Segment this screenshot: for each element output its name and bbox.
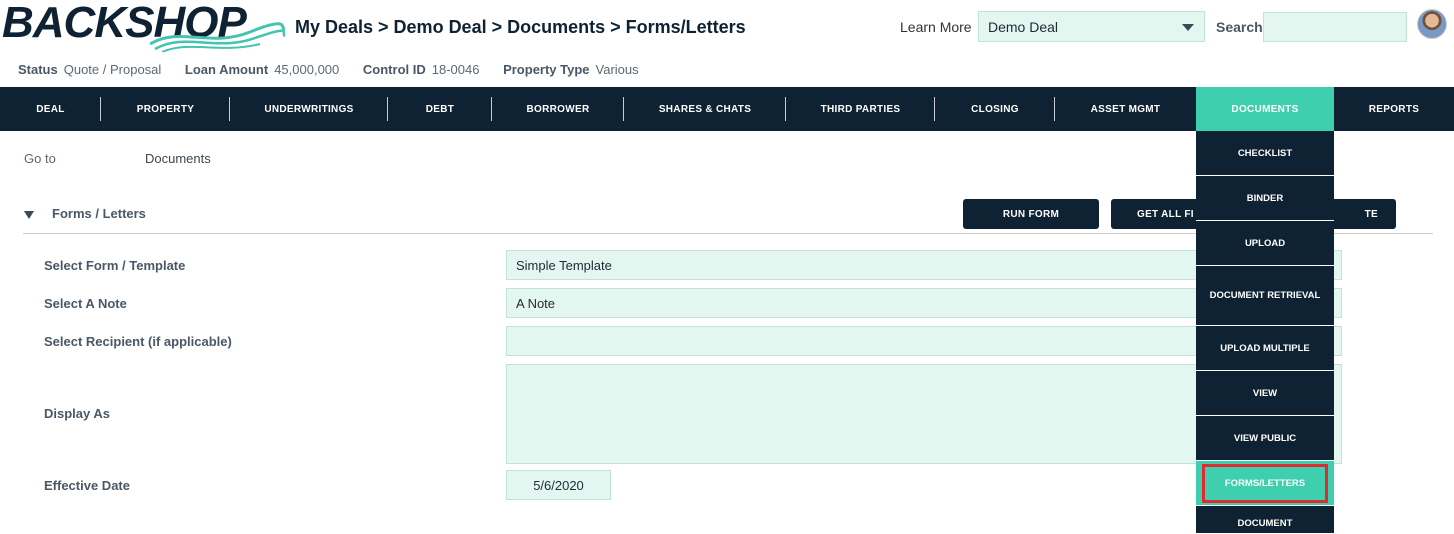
menu-item-upload-multiple[interactable]: UPLOAD MULTIPLE [1196, 326, 1334, 371]
recipient-label: Select Recipient (if applicable) [44, 334, 232, 349]
nav-debt[interactable]: DEBT [388, 87, 492, 131]
header: BACKSHOP My Deals > Demo Deal > Document… [0, 0, 1454, 56]
nav-closing[interactable]: CLOSING [935, 87, 1055, 131]
search-input[interactable] [1263, 12, 1407, 42]
search-label: Search [1216, 19, 1263, 35]
nav-documents[interactable]: DOCUMENTS [1196, 87, 1334, 131]
goto-value[interactable]: Documents [145, 151, 211, 166]
chevron-down-icon [1182, 24, 1194, 31]
effective-date-label: Effective Date [44, 478, 130, 493]
nav-reports[interactable]: REPORTS [1334, 87, 1454, 131]
control-id-value: 18-0046 [431, 62, 480, 77]
menu-item-checklist[interactable]: CHECKLIST [1196, 131, 1334, 176]
collapse-triangle-icon[interactable] [24, 210, 34, 219]
get-all-button-label: GET ALL FI [1137, 208, 1194, 220]
backshop-logo[interactable]: BACKSHOP [0, 0, 285, 56]
learn-more-link[interactable]: Learn More [900, 19, 972, 35]
run-form-button[interactable]: RUN FORM [963, 199, 1099, 229]
section-header[interactable]: Forms / Letters [24, 206, 146, 221]
control-id-label: Control ID [362, 62, 426, 77]
loan-amount-value: 45,000,000 [274, 62, 340, 77]
status-value: Quote / Proposal [63, 62, 162, 77]
form-template-label: Select Form / Template [44, 258, 186, 273]
wave-icon [150, 22, 285, 52]
deal-status-bar: Status Quote / Proposal Loan Amount 45,000… [18, 62, 659, 77]
goto-label: Go to [24, 151, 56, 166]
avatar[interactable] [1417, 9, 1447, 39]
documents-dropdown-menu: CHECKLIST BINDER UPLOAD DOCUMENT RETRIEV… [1196, 131, 1334, 533]
get-all-button-label-tail: TE [1364, 208, 1378, 220]
deal-select-value: Demo Deal [988, 19, 1059, 35]
menu-item-forms-letters-label: FORMS/LETTERS [1202, 463, 1328, 503]
nav-third-parties[interactable]: THIRD PARTIES [786, 87, 935, 131]
status-label: Status [18, 62, 58, 77]
menu-item-document-retrieval[interactable]: DOCUMENT RETRIEVAL [1196, 266, 1334, 326]
nav-deal[interactable]: DEAL [0, 87, 101, 131]
property-type-label: Property Type [503, 62, 590, 77]
breadcrumb: My Deals > Demo Deal > Documents > Forms… [295, 17, 746, 37]
menu-item-view-public[interactable]: VIEW PUBLIC [1196, 416, 1334, 461]
nav-asset-mgmt[interactable]: ASSET MGMT [1055, 87, 1196, 131]
nav-property[interactable]: PROPERTY [101, 87, 230, 131]
nav-shares-chats[interactable]: SHARES & CHATS [624, 87, 786, 131]
property-type-value: Various [595, 62, 639, 77]
note-label: Select A Note [44, 296, 127, 311]
menu-item-binder[interactable]: BINDER [1196, 176, 1334, 221]
loan-amount-label: Loan Amount [184, 62, 269, 77]
display-as-label: Display As [44, 406, 110, 421]
menu-item-forms-letters[interactable]: FORMS/LETTERS [1196, 461, 1334, 506]
main-nav: DEAL PROPERTY UNDERWRITINGS DEBT BORROWE… [0, 87, 1454, 131]
nav-borrower[interactable]: BORROWER [492, 87, 624, 131]
effective-date-input[interactable]: 5/6/2020 [506, 470, 611, 500]
nav-underwritings[interactable]: UNDERWRITINGS [230, 87, 388, 131]
menu-item-upload[interactable]: UPLOAD [1196, 221, 1334, 266]
section-title: Forms / Letters [52, 206, 146, 221]
menu-item-document[interactable]: DOCUMENT [1196, 506, 1334, 533]
deal-select[interactable]: Demo Deal [978, 11, 1205, 42]
menu-item-view[interactable]: VIEW [1196, 371, 1334, 416]
